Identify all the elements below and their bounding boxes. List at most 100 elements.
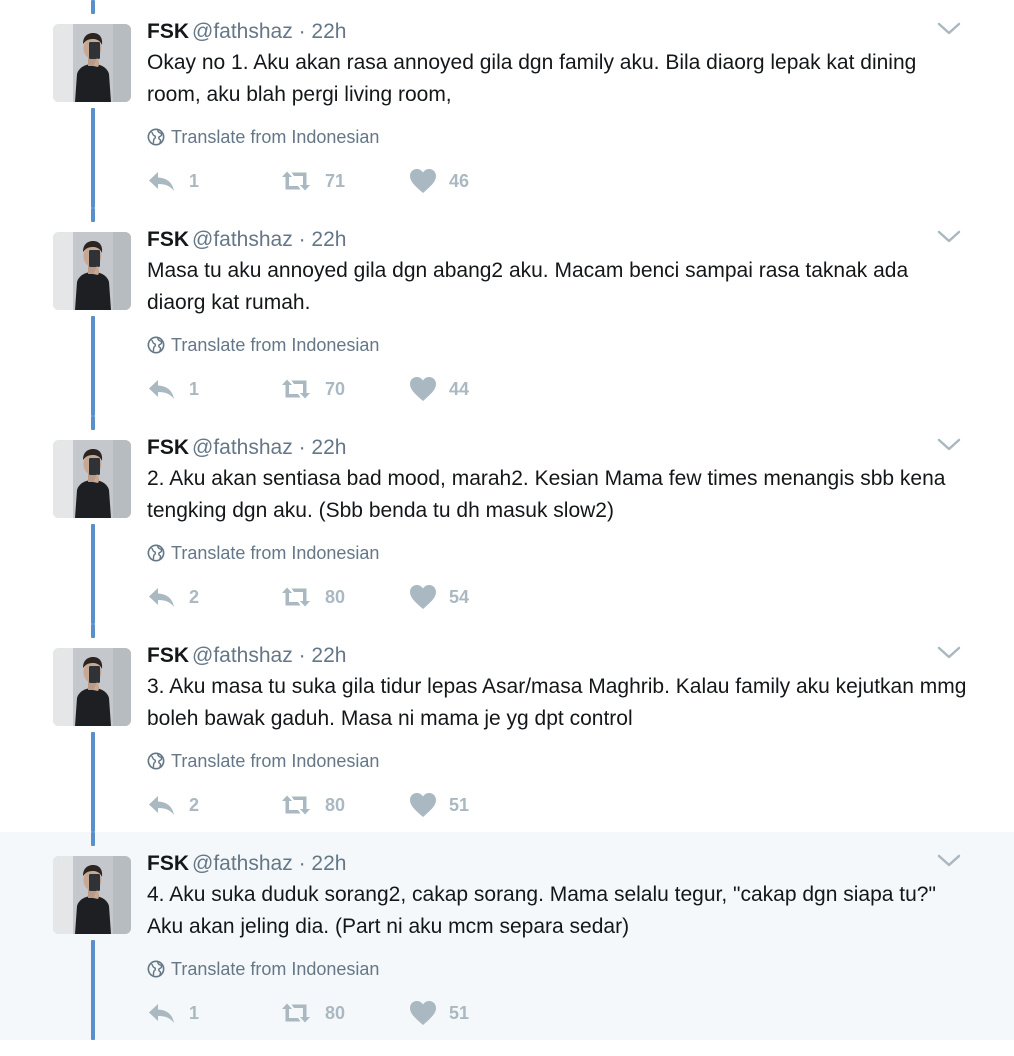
- retweet-count: 80: [325, 586, 346, 607]
- tweet-5[interactable]: FSK @fathshaz · 22h 4. Aku suka duduk sor…: [0, 832, 1014, 1040]
- reply-count: 1: [189, 378, 200, 399]
- tweet-text: Okay no 1. Aku akan rasa annoyed gila dg…: [147, 51, 917, 106]
- author-name[interactable]: FSK: [147, 436, 189, 459]
- thread-line-top: [91, 832, 95, 846]
- avatar[interactable]: [53, 24, 131, 102]
- reply-count: 2: [189, 586, 200, 607]
- translate-link[interactable]: Translate from Indonesian: [147, 125, 379, 149]
- translate-label: Translate from Indonesian: [171, 335, 380, 355]
- reply-icon: [147, 169, 177, 193]
- like-button[interactable]: 54: [409, 582, 469, 612]
- translate-label: Translate from Indonesian: [171, 751, 380, 771]
- thread-line-bottom: [91, 940, 95, 1040]
- thread-line-bottom: [91, 732, 95, 832]
- retweet-icon: [279, 377, 313, 401]
- thread-line-bottom: [91, 316, 95, 416]
- globe-icon: [147, 544, 165, 562]
- retweet-icon: [279, 585, 313, 609]
- tweet-timestamp[interactable]: · 22h: [299, 436, 347, 459]
- tweet-4[interactable]: FSK @fathshaz · 22h 3. Aku masa tu suka g…: [0, 624, 1014, 832]
- reply-count: 1: [189, 170, 200, 191]
- like-count: 54: [449, 586, 470, 607]
- thread-line-top: [91, 624, 95, 638]
- globe-icon: [147, 960, 165, 978]
- reply-button[interactable]: 2: [147, 790, 199, 820]
- like-count: 44: [449, 378, 470, 399]
- translate-link[interactable]: Translate from Indonesian: [147, 749, 379, 773]
- heart-icon: [409, 376, 437, 402]
- retweet-count: 80: [325, 1002, 346, 1023]
- heart-icon: [409, 584, 437, 610]
- tweet-1[interactable]: FSK @fathshaz · 22h Okay no 1. Aku akan r…: [0, 0, 1014, 208]
- like-count: 46: [449, 170, 470, 191]
- like-count: 51: [449, 794, 470, 815]
- author-name[interactable]: FSK: [147, 644, 189, 667]
- author-name[interactable]: FSK: [147, 228, 189, 251]
- like-button[interactable]: 46: [409, 166, 469, 196]
- author-name[interactable]: FSK: [147, 20, 189, 43]
- tweet-header: FSK @fathshaz · 22h: [147, 434, 346, 462]
- translate-link[interactable]: Translate from Indonesian: [147, 957, 379, 981]
- reply-icon: [147, 1001, 177, 1025]
- tweet-timestamp[interactable]: · 22h: [299, 20, 347, 43]
- author-name[interactable]: FSK: [147, 852, 189, 875]
- retweet-count: 71: [325, 170, 346, 191]
- reply-icon: [147, 793, 177, 817]
- globe-icon: [147, 128, 165, 146]
- author-handle[interactable]: @fathshaz: [192, 852, 293, 875]
- globe-icon: [147, 336, 165, 354]
- author-handle[interactable]: @fathshaz: [192, 436, 293, 459]
- like-button[interactable]: 51: [409, 790, 469, 820]
- retweet-icon: [279, 169, 313, 193]
- translate-label: Translate from Indonesian: [171, 959, 380, 979]
- tweet-2[interactable]: FSK @fathshaz · 22h Masa tu aku annoyed g…: [0, 208, 1014, 416]
- chevron-down-icon[interactable]: [936, 852, 962, 870]
- heart-icon: [409, 1000, 437, 1026]
- tweet-text: 4. Aku suka duduk sorang2, cakap sorang.…: [147, 883, 936, 938]
- reply-icon: [147, 585, 177, 609]
- tweet-text: Masa tu aku annoyed gila dgn abang2 aku.…: [147, 259, 909, 314]
- reply-count: 2: [189, 794, 200, 815]
- chevron-down-icon[interactable]: [936, 436, 962, 454]
- thread-line-top: [91, 208, 95, 222]
- avatar[interactable]: [53, 440, 131, 518]
- author-handle[interactable]: @fathshaz: [192, 644, 293, 667]
- tweet-timestamp[interactable]: · 22h: [299, 228, 347, 251]
- retweet-button[interactable]: 80: [279, 790, 345, 820]
- thread-line-top: [91, 0, 95, 14]
- author-handle[interactable]: @fathshaz: [192, 20, 293, 43]
- retweet-button[interactable]: 80: [279, 998, 345, 1028]
- tweet-timestamp[interactable]: · 22h: [299, 644, 347, 667]
- tweet-header: FSK @fathshaz · 22h: [147, 226, 346, 254]
- tweet-timestamp[interactable]: · 22h: [299, 852, 347, 875]
- reply-button[interactable]: 1: [147, 374, 199, 404]
- reply-button[interactable]: 1: [147, 166, 199, 196]
- tweet-header: FSK @fathshaz · 22h: [147, 18, 346, 46]
- like-count: 51: [449, 1002, 470, 1023]
- retweet-count: 70: [325, 378, 346, 399]
- translate-label: Translate from Indonesian: [171, 543, 380, 563]
- tweet-header: FSK @fathshaz · 22h: [147, 642, 346, 670]
- reply-button[interactable]: 2: [147, 582, 199, 612]
- avatar[interactable]: [53, 232, 131, 310]
- avatar[interactable]: [53, 856, 131, 934]
- tweet-text: 2. Aku akan sentiasa bad mood, marah2. K…: [147, 467, 946, 522]
- retweet-icon: [279, 793, 313, 817]
- translate-link[interactable]: Translate from Indonesian: [147, 541, 379, 565]
- retweet-button[interactable]: 80: [279, 582, 345, 612]
- thread-line-bottom: [91, 108, 95, 208]
- retweet-button[interactable]: 71: [279, 166, 345, 196]
- like-button[interactable]: 44: [409, 374, 469, 404]
- chevron-down-icon[interactable]: [936, 644, 962, 662]
- reply-count: 1: [189, 1002, 200, 1023]
- avatar[interactable]: [53, 648, 131, 726]
- tweet-3[interactable]: FSK @fathshaz · 22h 2. Aku akan sentiasa …: [0, 416, 1014, 624]
- thread-line-top: [91, 416, 95, 430]
- translate-link[interactable]: Translate from Indonesian: [147, 333, 379, 357]
- reply-button[interactable]: 1: [147, 998, 199, 1028]
- author-handle[interactable]: @fathshaz: [192, 228, 293, 251]
- like-button[interactable]: 51: [409, 998, 469, 1028]
- chevron-down-icon[interactable]: [936, 20, 962, 38]
- chevron-down-icon[interactable]: [936, 228, 962, 246]
- retweet-button[interactable]: 70: [279, 374, 345, 404]
